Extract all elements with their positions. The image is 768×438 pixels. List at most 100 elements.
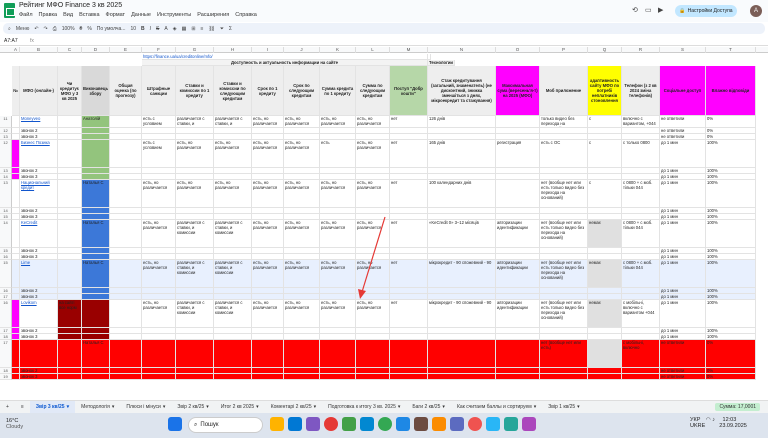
sheet-tab-4[interactable]: Итог 2 кв 2025 ▾	[215, 401, 265, 414]
column-header-A[interactable]: A	[12, 47, 20, 53]
cell-r[interactable]: с 0800 + с моб. тільки 044	[622, 180, 660, 208]
cell-n2[interactable]	[428, 340, 496, 368]
teams-icon[interactable]	[306, 417, 320, 431]
executor-cell[interactable]: Наталья С	[82, 340, 110, 368]
header-rank[interactable]: Чи кредитує МФО у 3 кв 2025	[58, 66, 82, 116]
row-marker[interactable]	[12, 116, 20, 128]
word-icon[interactable]	[396, 417, 410, 431]
cell-k[interactable]: есть, но различается	[320, 220, 356, 248]
windows-start-icon[interactable]	[168, 417, 182, 431]
cell-t[interactable]: 100%	[706, 140, 756, 168]
chrome-icon[interactable]	[378, 417, 392, 431]
chevron-down-icon[interactable]: ▾	[534, 404, 537, 410]
cell-r[interactable]: с мобільні, включно с вариантом +044	[622, 300, 660, 328]
chevron-down-icon[interactable]: ▾	[67, 404, 70, 410]
cell-h[interactable]: различается с ставки, и комиссии	[214, 116, 252, 128]
cell-t[interactable]: 100%	[706, 220, 756, 248]
cell-o[interactable]	[496, 116, 540, 128]
executor-cell[interactable]	[82, 374, 110, 380]
cell-h[interactable]: есть, но различается	[214, 140, 252, 168]
cell-n2[interactable]: мікрокредит - 90 спожевний - 90	[428, 260, 496, 288]
column-header-J[interactable]: J	[284, 47, 320, 53]
cell-j[interactable]: есть, но различается	[284, 140, 320, 168]
mfo-name-link[interactable]: Национальний кредит	[20, 180, 58, 208]
search-icon[interactable]: ⌕	[8, 26, 11, 32]
cell-q[interactable]	[588, 340, 622, 368]
bold-icon[interactable]: B	[141, 26, 145, 32]
cell-s[interactable]: не ответили	[660, 340, 706, 368]
executor-cell[interactable]: Наталья С	[82, 260, 110, 288]
total-cell[interactable]	[110, 340, 142, 368]
mfo-name-link[interactable]: Moneyveo	[20, 116, 58, 128]
cell-f[interactable]: есть, но различается	[142, 180, 176, 208]
rank-cell[interactable]: на сайті все норм	[58, 300, 82, 328]
sheet-tab-8[interactable]: Как считаем баллы и сортируем ▾	[451, 401, 542, 414]
column-header-Q[interactable]: Q	[588, 47, 622, 53]
cell-r[interactable]: включно с вариантом, +044	[622, 116, 660, 128]
mfo-name-link[interactable]: Бизнес Позика	[20, 140, 58, 168]
cell-q[interactable]: немає	[588, 220, 622, 248]
cell-k[interactable]	[320, 340, 356, 368]
cell-q[interactable]	[588, 374, 622, 380]
header-h[interactable]: Ставки и комиссии по следующим кредитам	[214, 66, 252, 116]
sheet-tab-7[interactable]: Баги 2 кв/25 ▾	[406, 401, 451, 414]
cell-i[interactable]: есть, но различается	[252, 116, 284, 128]
font-size-input[interactable]: 10	[130, 26, 136, 32]
app6-icon[interactable]	[486, 417, 500, 431]
row-marker[interactable]	[12, 374, 20, 380]
cell-g[interactable]: различается с ставки, и комиссии	[176, 220, 214, 248]
app5-icon[interactable]	[468, 417, 482, 431]
cell-t[interactable]: 100%	[706, 300, 756, 328]
cell-j[interactable]: есть, но различается	[284, 300, 320, 328]
cell-t[interactable]: 0%	[706, 374, 756, 380]
cell-i[interactable]: есть, но различается	[252, 140, 284, 168]
cell-p[interactable]: нет (вообще нет или есть)	[540, 340, 588, 368]
column-header-D[interactable]: D	[82, 47, 110, 53]
column-header-H[interactable]: H	[214, 47, 252, 53]
cell-f[interactable]: есть с условием	[142, 140, 176, 168]
header-r[interactable]: Телефон (з 2 кв 2024 зміна телефонів)	[622, 66, 660, 116]
spreadsheet-grid[interactable]: ABCDEFGHIJKLMNOPQRST https://finance.ua/…	[0, 47, 768, 399]
app2-icon[interactable]	[414, 417, 428, 431]
cell-o[interactable]	[496, 180, 540, 208]
cell-n2[interactable]	[428, 374, 496, 380]
cell-j[interactable]: есть, но различается	[284, 116, 320, 128]
cell-k[interactable]: есть, но различается	[320, 300, 356, 328]
cell-p[interactable]	[540, 374, 588, 380]
header-num[interactable]: №	[12, 66, 20, 116]
cell-n2[interactable]: «KeCredit 0» 3–12 місяців	[428, 220, 496, 248]
cell-l[interactable]: есть, но различается	[356, 220, 390, 248]
cell-t[interactable]: 0%	[706, 116, 756, 128]
cell-i[interactable]: есть, но различается	[252, 300, 284, 328]
column-header-G[interactable]: G	[176, 47, 214, 53]
menu-item-3[interactable]: Вставка	[79, 12, 99, 18]
cell-k[interactable]: есть, но различается	[320, 116, 356, 128]
row-number[interactable]: 19	[0, 374, 12, 380]
mfo-name-link[interactable]	[20, 340, 58, 368]
cell-i[interactable]	[252, 374, 284, 380]
rank-cell[interactable]	[58, 180, 82, 208]
menu-item-5[interactable]: Данные	[131, 12, 151, 18]
chevron-down-icon[interactable]: ▾	[398, 404, 401, 410]
outlook-icon[interactable]	[360, 417, 374, 431]
menu-item-0[interactable]: Файл	[19, 12, 33, 18]
header-mfo[interactable]: МФО (онлайн-)	[20, 66, 58, 116]
cell-q[interactable]: с	[588, 116, 622, 128]
row-number[interactable]: 17	[0, 340, 12, 368]
column-header-B[interactable]: B	[20, 47, 58, 53]
chevron-down-icon[interactable]: ▾	[112, 404, 115, 410]
all-sheets-icon[interactable]: ≡	[15, 401, 30, 414]
cell-m[interactable]: нет	[390, 116, 428, 128]
chevron-down-icon[interactable]: ▾	[577, 404, 580, 410]
menu-item-1[interactable]: Правка	[39, 12, 58, 18]
sheet-tab-6[interactable]: Подготовка к итогу 3 кв. 2025 ▾	[322, 401, 406, 414]
edge-icon[interactable]	[288, 417, 302, 431]
sheet-tab-2[interactable]: Плюси і мінуси ▾	[120, 401, 171, 414]
chevron-down-icon[interactable]: ▾	[314, 404, 317, 410]
cell-q[interactable]: немає	[588, 260, 622, 288]
cell-g[interactable]: различается с ставки, и комиссии	[176, 116, 214, 128]
cell-l[interactable]: есть, но различается	[356, 116, 390, 128]
total-cell[interactable]	[110, 116, 142, 128]
header-p[interactable]: Моб приложение	[540, 66, 588, 116]
sheet-tab-5[interactable]: Коментарі 2 кв/25 ▾	[265, 401, 322, 414]
